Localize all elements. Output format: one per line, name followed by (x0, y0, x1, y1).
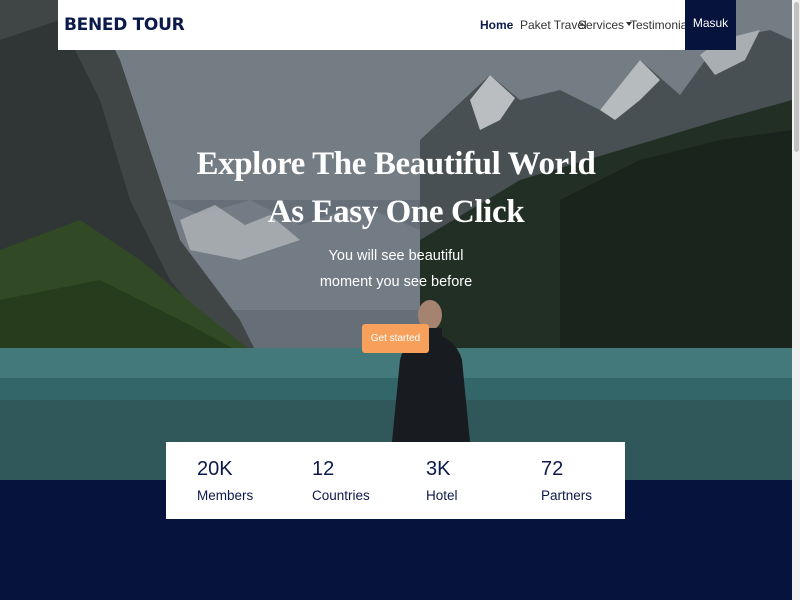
stat-value: 20K (197, 458, 233, 480)
stat-hotel: 3K Hotel (426, 456, 526, 503)
hero-subtitle-line-1: You will see beautiful (328, 248, 464, 264)
navbar: BENED TOUR Home Paket Travel Services Te… (58, 0, 736, 50)
stat-label: Countries (312, 488, 370, 503)
nav-link-testimonial[interactable]: Testimonial (630, 18, 690, 32)
nav-services-label: Services (578, 18, 625, 32)
stat-countries: 12 Countries (312, 456, 412, 503)
hero-title: Explore The Beautiful World As Easy One … (160, 140, 632, 236)
hero-title-line-2: As Easy One Click (267, 194, 525, 230)
nav-link-services[interactable]: Services (578, 18, 633, 32)
login-button[interactable]: Masuk (685, 0, 736, 50)
stat-partners: 72 Partners (541, 456, 641, 503)
hero-background-image (0, 0, 792, 480)
stat-value: 72 (541, 458, 564, 480)
stat-value: 3K (426, 458, 451, 480)
stat-members: 20K Members (197, 456, 297, 503)
nav-link-paket-travel[interactable]: Paket Travel (520, 18, 587, 32)
stat-label: Partners (541, 488, 593, 503)
hero-subtitle: You will see beautiful moment you see be… (295, 243, 497, 295)
scrollbar-thumb[interactable] (794, 2, 799, 152)
brand-logo[interactable]: BENED TOUR (64, 15, 185, 35)
stats-card: 20K Members 12 Countries 3K Hotel 72 Par… (166, 442, 625, 519)
nav-link-home[interactable]: Home (480, 18, 513, 32)
stat-label: Members (197, 488, 254, 503)
hero-title-line-1: Explore The Beautiful World (196, 146, 596, 182)
get-started-button[interactable]: Get started (362, 324, 429, 353)
mountain-lake-illustration (0, 0, 792, 480)
stat-value: 12 (312, 458, 335, 480)
hero-subtitle-line-2: moment you see before (319, 274, 473, 290)
stat-label: Hotel (426, 488, 458, 503)
